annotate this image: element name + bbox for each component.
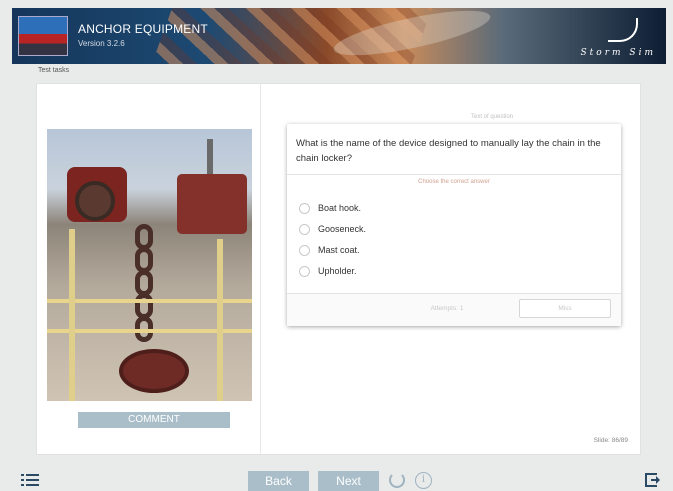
app-subtitle: Version 3.2.6 [78,39,125,48]
radio-button[interactable] [299,223,310,235]
reload-icon[interactable] [389,472,405,488]
photo-railing-post [69,229,75,401]
info-icon[interactable]: i [415,472,432,489]
answer-option-label: Boat hook. [318,203,362,213]
question-card: What is the name of the device designed … [287,124,621,326]
logo-text: Storm Sim [580,48,656,58]
answer-option-label: Mast coat. [318,245,360,255]
storm-sim-logo-icon [608,18,638,42]
attempts-counter: Attempts: 1 [430,305,464,312]
photo-chain-pipe [119,349,189,393]
app-title: ANCHOR EQUIPMENT [78,22,208,36]
header-banner: ANCHOR EQUIPMENT Version 3.2.6 Storm Sim [12,8,666,64]
card-divider [287,174,621,175]
answer-option[interactable]: Gooseneck. [299,222,366,236]
answer-option-label: Gooseneck. [318,224,367,234]
answer-option[interactable]: Mast coat. [299,243,360,257]
answer-option[interactable]: Upholder. [299,264,357,278]
miss-button[interactable]: Miss [519,299,611,318]
comment-button[interactable]: COMMENT [78,412,230,428]
question-section-label: Text of question [470,114,514,120]
image-column: COMMENT [37,84,261,454]
answer-option-label: Upholder. [318,266,357,276]
photo-railing-post [217,239,223,401]
answer-option[interactable]: Boat hook. [299,201,361,215]
photo-windlass [177,174,247,234]
ship-thumbnail [18,16,68,56]
back-button[interactable]: Back [248,471,309,491]
radio-button[interactable] [299,265,310,277]
breadcrumb: Test tasks [38,67,70,74]
menu-list-icon[interactable] [21,473,39,487]
radio-button[interactable] [299,244,310,256]
content-panel: COMMENT Text of question What is the nam… [36,83,641,455]
question-text: What is the name of the device designed … [296,138,601,164]
radio-button[interactable] [299,202,310,214]
anchor-equipment-photo [47,129,252,401]
slide-counter: Slide: 86/89 [593,437,628,444]
next-button[interactable]: Next [318,471,379,491]
photo-drum [75,181,115,221]
photo-mast [207,139,213,179]
answer-instruction: Choose the correct answer [418,179,490,185]
exit-icon[interactable] [645,473,660,487]
card-footer: Attempts: 1 Miss [287,294,621,326]
